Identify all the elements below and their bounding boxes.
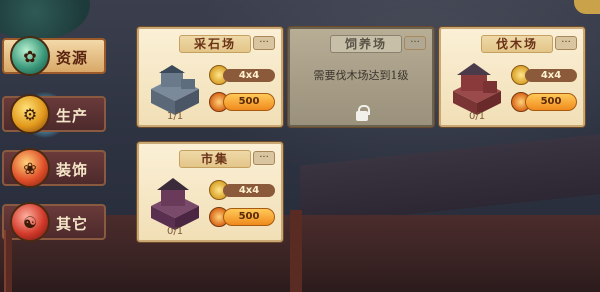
production-icon: ⚙ [10, 94, 50, 134]
corner-ornament [574, 0, 600, 14]
more-info-button[interactable]: ··· [555, 36, 577, 50]
footprint-size: 4x4 [511, 65, 581, 85]
menu-rail [4, 230, 12, 292]
resources-icon: ✿ [10, 36, 50, 76]
category-production-tab[interactable]: ⚙ 生产 [0, 92, 110, 136]
other-icon: ☯ [10, 202, 50, 242]
pillar-decoration [290, 210, 302, 292]
category-label: 装饰 [56, 161, 89, 179]
card-title: 伐木场 [481, 35, 553, 53]
cost-value: 500 [525, 93, 577, 111]
cost-value: 500 [223, 93, 275, 111]
cost-value: 500 [223, 208, 275, 226]
build-cost-button[interactable]: 500 [209, 91, 279, 113]
market-building-icon [151, 178, 199, 230]
card-title: 饲养场 [330, 35, 402, 53]
building-card-lumber-mill[interactable]: 伐木场 ··· 0/1 4x4 500 [439, 27, 585, 127]
category-label: 资源 [56, 49, 89, 67]
build-count: 1/1 [167, 111, 184, 122]
lumber-mill-building-icon [453, 63, 501, 115]
quarry-building-icon [151, 65, 199, 115]
lock-icon [356, 105, 370, 121]
building-card-market[interactable]: 市集 ··· 0/1 4x4 500 [137, 142, 283, 242]
category-resources-tab[interactable]: ✿ 资源 [0, 34, 110, 78]
decoration-icon: ❀ [10, 148, 50, 188]
size-value: 4x4 [525, 69, 577, 82]
size-value: 4x4 [223, 184, 275, 197]
footprint-size: 4x4 [209, 180, 279, 200]
build-count: 0/1 [469, 111, 486, 122]
footprint-size: 4x4 [209, 65, 279, 85]
card-title: 采石场 [179, 35, 251, 53]
build-cost-button[interactable]: 500 [209, 206, 279, 228]
card-title: 市集 [179, 150, 251, 168]
more-info-button[interactable]: ··· [253, 36, 275, 50]
building-card-farm-locked[interactable]: 饲养场 ··· 需要伐木场达到1级 [288, 27, 434, 127]
category-decoration-tab[interactable]: ❀ 装饰 [0, 146, 110, 190]
build-count: 0/1 [167, 226, 184, 237]
roof-decoration [300, 134, 600, 226]
category-label: 其它 [56, 215, 89, 233]
build-cost-button[interactable]: 500 [511, 91, 581, 113]
more-info-button[interactable]: ··· [404, 36, 426, 50]
unlock-requirement: 需要伐木场达到1级 [313, 69, 409, 82]
building-card-quarry[interactable]: 采石场 ··· 1/1 4x4 500 [137, 27, 283, 127]
category-label: 生产 [56, 107, 89, 125]
size-value: 4x4 [223, 69, 275, 82]
more-info-button[interactable]: ··· [253, 151, 275, 165]
category-other-tab[interactable]: ☯ 其它 [0, 200, 110, 244]
